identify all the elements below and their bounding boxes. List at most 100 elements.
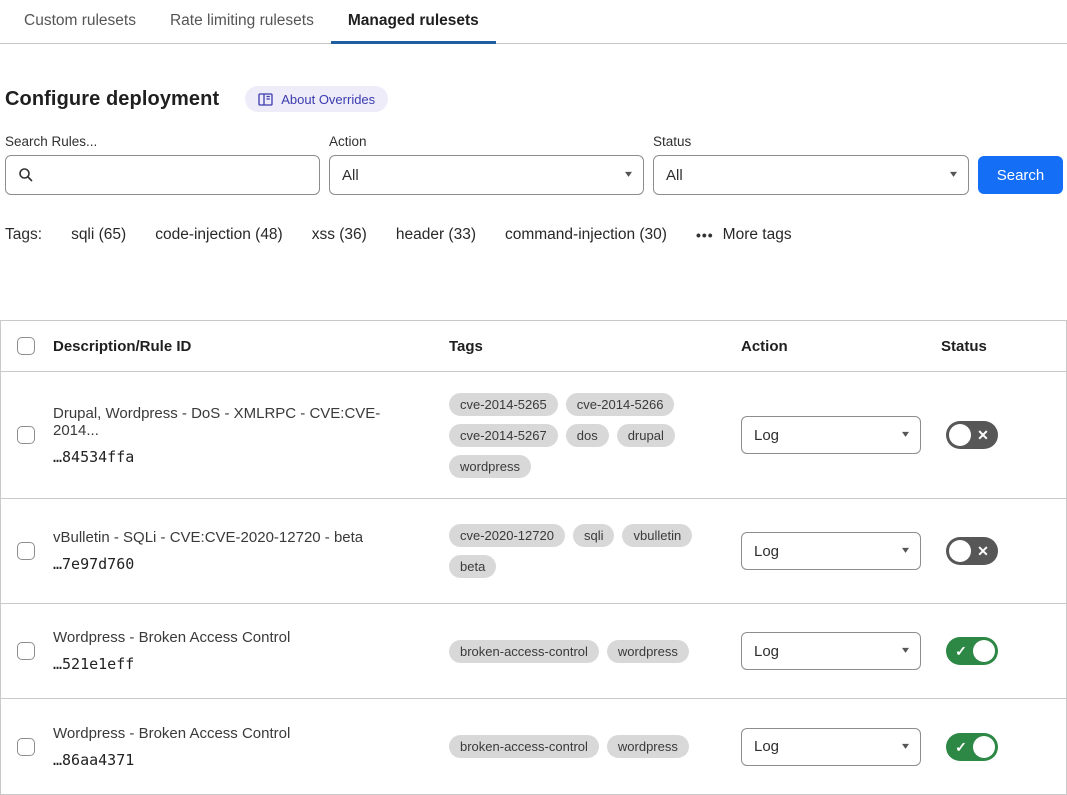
tag-filter-command-injection[interactable]: command-injection (30) xyxy=(505,226,667,244)
rule-tags-cell: broken-access-control wordpress xyxy=(449,735,729,758)
check-icon: ✓ xyxy=(949,644,973,658)
action-select[interactable]: Log▾ xyxy=(741,416,921,454)
ellipsis-icon: ••• xyxy=(696,227,714,243)
rule-description[interactable]: Drupal, Wordpress - DoS - XMLRPC - CVE:C… xyxy=(53,405,425,439)
column-header-action: Action xyxy=(741,338,941,355)
toggle-knob xyxy=(973,640,995,662)
action-select-value: Log xyxy=(754,643,779,660)
table-row: Wordpress - Broken Access Control…86aa43… xyxy=(1,699,1066,794)
tag-pill[interactable]: vbulletin xyxy=(622,524,692,547)
rule-action-cell: Log ▾ xyxy=(741,728,941,766)
tag-pill[interactable]: cve-2014-5267 xyxy=(449,424,558,447)
action-filter-label: Action xyxy=(329,134,644,149)
header-checkbox-cell xyxy=(1,337,53,355)
page-title: Configure deployment xyxy=(5,88,219,111)
action-select-value: Log xyxy=(754,543,779,560)
action-select[interactable]: Log▾ xyxy=(741,632,921,670)
status-filter-value: All xyxy=(666,167,683,184)
rule-tags-cell: cve-2014-5265 cve-2014-5266 cve-2014-5267 d… xyxy=(449,393,729,478)
table-body: Drupal, Wordpress - DoS - XMLRPC - CVE:C… xyxy=(1,372,1066,794)
rule-tags-cell: cve-2020-12720 sqli vbulletin beta xyxy=(449,524,729,578)
tab-managed-rulesets[interactable]: Managed rulesets xyxy=(331,0,496,44)
table-header-row: Description/Rule ID Tags Action Status xyxy=(1,321,1066,372)
status-toggle[interactable]: ✕ xyxy=(946,537,998,565)
about-overrides-link[interactable]: About Overrides xyxy=(245,86,388,112)
row-checkbox[interactable] xyxy=(17,642,35,660)
chevron-down-icon: ▾ xyxy=(902,546,909,556)
chevron-down-icon: ▾ xyxy=(902,430,909,440)
rule-description[interactable]: Wordpress - Broken Access Control xyxy=(53,629,425,646)
more-tags-button[interactable]: ••• More tags xyxy=(696,226,792,244)
tag-pill[interactable]: cve-2014-5266 xyxy=(566,393,675,416)
tag-pill[interactable]: sqli xyxy=(573,524,615,547)
tag-pill[interactable]: wordpress xyxy=(607,640,689,663)
rule-status-cell: ✕ xyxy=(941,421,1066,449)
tags-bar-label: Tags: xyxy=(5,226,42,244)
action-select[interactable]: Log ▾ xyxy=(741,532,921,570)
row-checkbox-cell xyxy=(1,642,53,660)
search-field: Search Rules... xyxy=(5,134,320,195)
search-button[interactable]: Search xyxy=(978,156,1063,194)
status-toggle[interactable]: ✕ xyxy=(946,421,998,449)
tag-pill[interactable]: broken-access-control xyxy=(449,735,599,758)
chevron-down-icon: ▾ xyxy=(950,170,957,180)
action-select[interactable]: Log ▾ xyxy=(741,728,921,766)
table-row: Wordpress - Broken Access Control…521e1e… xyxy=(1,604,1066,699)
status-filter-select[interactable]: All ▾ xyxy=(653,155,969,195)
tag-pill[interactable]: wordpress xyxy=(449,455,531,478)
chevron-down-icon: ▾ xyxy=(625,170,632,180)
tag-pill[interactable]: drupal xyxy=(617,424,675,447)
tag-pill[interactable]: cve-2020-12720 xyxy=(449,524,565,547)
rule-action-cell: Log▾ xyxy=(741,632,941,670)
tag-pill[interactable]: dos xyxy=(566,424,609,447)
tab-rate-limiting-rulesets[interactable]: Rate limiting rulesets xyxy=(153,0,331,44)
action-filter-field: Action All ▾ xyxy=(329,134,644,195)
row-checkbox-cell xyxy=(1,426,53,444)
row-checkbox[interactable] xyxy=(17,542,35,560)
column-header-description: Description/Rule ID xyxy=(53,338,449,355)
tag-pill[interactable]: broken-access-control xyxy=(449,640,599,663)
table-row: vBulletin - SQLi - CVE:CVE-2020-12720 - … xyxy=(1,499,1066,604)
rule-id: …7e97d760 xyxy=(53,555,425,573)
rule-status-cell: ✓ xyxy=(941,733,1066,761)
x-icon: ✕ xyxy=(971,428,995,442)
more-tags-label: More tags xyxy=(723,226,792,244)
rule-description-cell: Drupal, Wordpress - DoS - XMLRPC - CVE:C… xyxy=(53,405,449,466)
x-icon: ✕ xyxy=(971,544,995,558)
rule-description[interactable]: vBulletin - SQLi - CVE:CVE-2020-12720 - … xyxy=(53,529,425,546)
tag-filter-code-injection[interactable]: code-injection (48) xyxy=(155,226,283,244)
tag-pill[interactable]: cve-2014-5265 xyxy=(449,393,558,416)
filters-row: Search Rules... Action All ▾ Status All … xyxy=(5,134,1067,195)
book-icon xyxy=(258,93,273,106)
heading-row: Configure deployment About Overrides xyxy=(5,85,1067,113)
action-filter-select[interactable]: All ▾ xyxy=(329,155,644,195)
rule-id: …84534ffa xyxy=(53,448,425,466)
search-input-box xyxy=(5,155,320,195)
tag-pill[interactable]: wordpress xyxy=(607,735,689,758)
select-all-checkbox[interactable] xyxy=(17,337,35,355)
rule-tags-cell: broken-access-control wordpress xyxy=(449,640,729,663)
rule-description-cell: Wordpress - Broken Access Control…521e1e… xyxy=(53,629,449,673)
search-field-label: Search Rules... xyxy=(5,134,320,149)
status-filter-field: Status All ▾ xyxy=(653,134,969,195)
tag-filter-header[interactable]: header (33) xyxy=(396,226,476,244)
tag-filter-xss[interactable]: xss (36) xyxy=(312,226,367,244)
search-input[interactable] xyxy=(42,167,307,184)
rules-table: Description/Rule ID Tags Action Status D… xyxy=(0,320,1067,795)
row-checkbox-cell xyxy=(1,738,53,756)
row-checkbox[interactable] xyxy=(17,738,35,756)
tab-custom-rulesets[interactable]: Custom rulesets xyxy=(7,0,153,44)
action-select-value: Log xyxy=(754,738,779,755)
tag-pill[interactable]: beta xyxy=(449,555,496,578)
toggle-knob xyxy=(973,736,995,758)
rule-action-cell: Log▾ xyxy=(741,416,941,454)
check-icon: ✓ xyxy=(949,740,973,754)
ruleset-tab-bar: Custom rulesets Rate limiting rulesets M… xyxy=(0,0,1067,44)
row-checkbox-cell xyxy=(1,542,53,560)
row-checkbox[interactable] xyxy=(17,426,35,444)
chevron-down-icon: ▾ xyxy=(902,742,909,752)
tag-filter-sqli[interactable]: sqli (65) xyxy=(71,226,126,244)
rule-description[interactable]: Wordpress - Broken Access Control xyxy=(53,725,425,742)
status-toggle[interactable]: ✓ xyxy=(946,637,998,665)
status-toggle[interactable]: ✓ xyxy=(946,733,998,761)
